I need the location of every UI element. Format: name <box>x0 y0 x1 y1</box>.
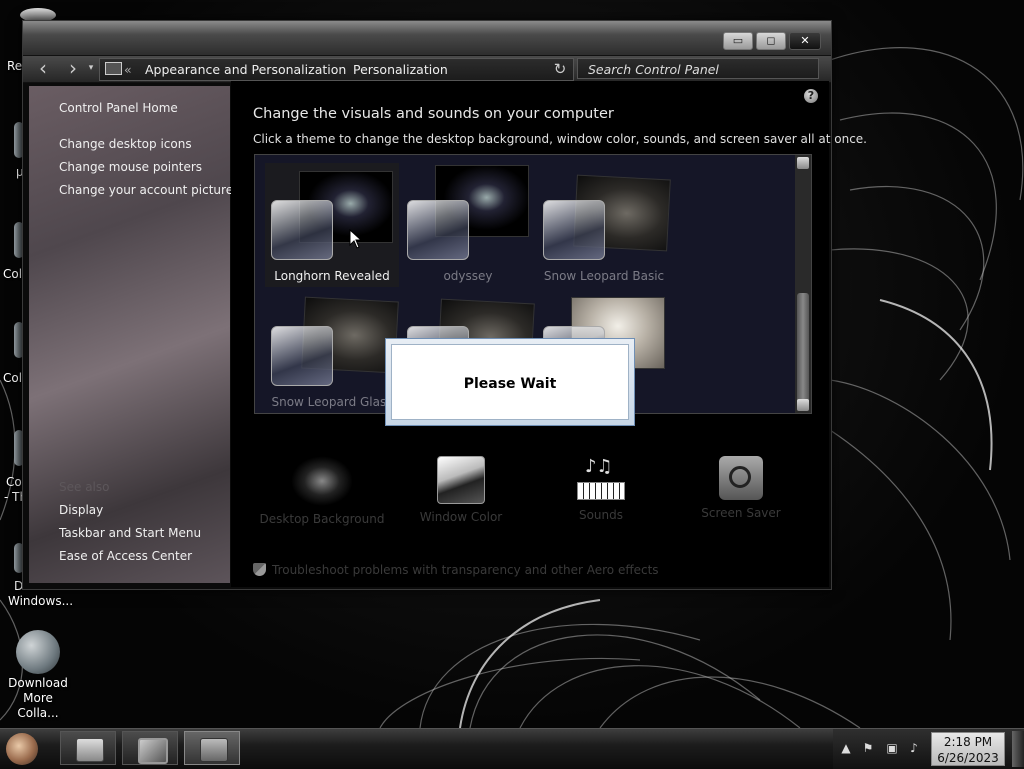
refresh-icon[interactable]: ↻ <box>551 60 569 78</box>
start-orb-icon <box>6 733 38 765</box>
forward-icon[interactable]: › <box>63 58 83 79</box>
action-center-flag-icon[interactable]: ⚑ <box>861 741 875 755</box>
breadcrumb-appearance[interactable]: Appearance and Personalization <box>145 62 346 77</box>
control-panel-home-link[interactable]: Control Panel Home <box>59 101 178 115</box>
address-bar: ‹ › ▾ « Appearance and Personalization P… <box>23 55 831 83</box>
screen-saver-icon <box>719 456 763 500</box>
sounds-label: Sounds <box>578 508 624 522</box>
address-field[interactable]: « Appearance and Personalization Persona… <box>99 58 574 81</box>
theme-name: Snow Leopard Basic <box>543 269 665 283</box>
recent-pages-dropdown-icon[interactable]: ▾ <box>85 59 97 79</box>
change-account-picture-link[interactable]: Change your account picture <box>59 183 233 197</box>
taskbar-explorer-button[interactable] <box>60 731 116 765</box>
taskbar-control-panel-button[interactable] <box>184 731 240 765</box>
taskbar-app-button[interactable] <box>122 731 178 765</box>
page-title: Change the visuals and sounds on your co… <box>253 106 614 122</box>
window-color-label: Window Color <box>419 510 503 524</box>
theme-name: Longhorn Revealed <box>274 269 390 283</box>
screen-saver-label: Screen Saver <box>701 506 781 520</box>
display-link[interactable]: Display <box>59 503 103 517</box>
search-input[interactable]: Search Control Panel <box>577 58 819 79</box>
change-desktop-icons-link[interactable]: Change desktop icons <box>59 137 192 151</box>
theme-snow-leopard-basic[interactable]: Snow Leopard Basic <box>537 163 671 287</box>
please-wait-dialog: Please Wait <box>385 338 635 426</box>
screen-saver-setting[interactable]: Screen Saver <box>676 456 806 520</box>
taskbar-start-menu-link[interactable]: Taskbar and Start Menu <box>59 526 201 540</box>
scroll-down-icon[interactable] <box>797 399 809 411</box>
collection-theme-label-1[interactable]: Co <box>6 475 22 489</box>
taskbar: ▲ ⚑ ▣ ♪ 2:18 PM 6/26/2023 <box>0 728 1024 769</box>
maximize-button[interactable]: ◻ <box>756 32 786 50</box>
main-content: ? Change the visuals and sounds on your … <box>231 81 867 587</box>
window-color-icon <box>437 456 485 504</box>
change-mouse-pointers-link[interactable]: Change mouse pointers <box>59 160 202 174</box>
sounds-setting[interactable]: ♪♫ Sounds <box>536 456 666 522</box>
windows-item-label[interactable]: Windows... <box>8 594 73 608</box>
dialog-body: Please Wait <box>391 344 629 420</box>
music-keyboard-icon: ♪♫ <box>577 456 625 502</box>
collection-label[interactable]: Col <box>3 267 22 281</box>
theme-snow-leopard-glass[interactable]: Snow Leopard Glass <box>265 289 399 413</box>
close-button[interactable]: ✕ <box>789 32 821 50</box>
clock-date: 6/26/2023 <box>937 751 999 765</box>
breadcrumb-personalization[interactable]: Personalization <box>353 62 448 77</box>
help-icon[interactable]: ? <box>804 89 818 103</box>
scroll-up-icon[interactable] <box>797 157 809 169</box>
theme-list-scrollbar[interactable] <box>795 155 811 413</box>
notification-area: ▲ ⚑ ▣ ♪ 2:18 PM 6/26/2023 <box>833 729 1024 769</box>
theme-longhorn-revealed[interactable]: Longhorn Revealed <box>265 163 399 287</box>
theme-odyssey[interactable]: odyssey <box>401 163 535 287</box>
title-bar[interactable]: ▭ ◻ ✕ <box>23 21 831 55</box>
desktop-background-icon <box>291 456 353 506</box>
scroll-thumb[interactable] <box>797 293 809 403</box>
shield-icon <box>253 563 266 576</box>
task-pane: Control Panel Home Change desktop icons … <box>29 86 233 583</box>
theme-glass-swatch <box>271 200 333 260</box>
mouse-pointer-icon <box>349 229 363 249</box>
theme-name: odyssey <box>443 269 493 283</box>
volume-icon[interactable]: ♪ <box>907 741 921 755</box>
window-color-setting[interactable]: Window Color <box>396 456 526 524</box>
theme-name: Snow Leopard Glass <box>271 395 393 409</box>
minimize-button[interactable]: ▭ <box>723 32 753 50</box>
dialog-message: Please Wait <box>463 376 557 392</box>
start-button[interactable] <box>2 731 42 767</box>
page-description: Click a theme to change the desktop back… <box>253 132 867 146</box>
globe-icon <box>16 630 60 674</box>
see-also-heading: See also <box>59 480 110 494</box>
desktop-background-label: Desktop Background <box>259 512 385 526</box>
breadcrumb-chevron[interactable]: « <box>124 62 132 77</box>
theme-glass-swatch <box>543 200 605 260</box>
ease-of-access-link[interactable]: Ease of Access Center <box>59 549 192 563</box>
network-icon[interactable]: ▣ <box>885 741 899 755</box>
show-hidden-icons-icon[interactable]: ▲ <box>839 741 853 755</box>
back-icon[interactable]: ‹ <box>33 58 53 79</box>
personalization-window: ▭ ◻ ✕ ‹ › ▾ « Appearance and Personaliza… <box>22 20 867 590</box>
desktop-background-setting[interactable]: Desktop Background <box>257 456 387 526</box>
troubleshoot-label: Troubleshoot problems with transparency … <box>272 563 659 577</box>
recycle-bin-label[interactable]: Re <box>7 59 22 73</box>
control-panel-icon <box>200 738 228 762</box>
theme-glass-swatch <box>271 326 333 386</box>
cube-icon <box>138 738 168 764</box>
show-desktop-button[interactable] <box>1012 731 1024 767</box>
download-collections-shortcut[interactable]: Download More Colla... <box>3 630 73 721</box>
collection-label-2[interactable]: Col <box>3 371 22 385</box>
download-collections-label: Download More Colla... <box>8 676 68 720</box>
file-cabinet-icon <box>76 738 104 762</box>
troubleshoot-link[interactable]: Troubleshoot problems with transparency … <box>253 563 659 577</box>
theme-glass-swatch <box>407 200 469 260</box>
clock[interactable]: 2:18 PM 6/26/2023 <box>931 732 1005 766</box>
clock-time: 2:18 PM <box>943 735 993 749</box>
computer-icon <box>105 62 122 75</box>
